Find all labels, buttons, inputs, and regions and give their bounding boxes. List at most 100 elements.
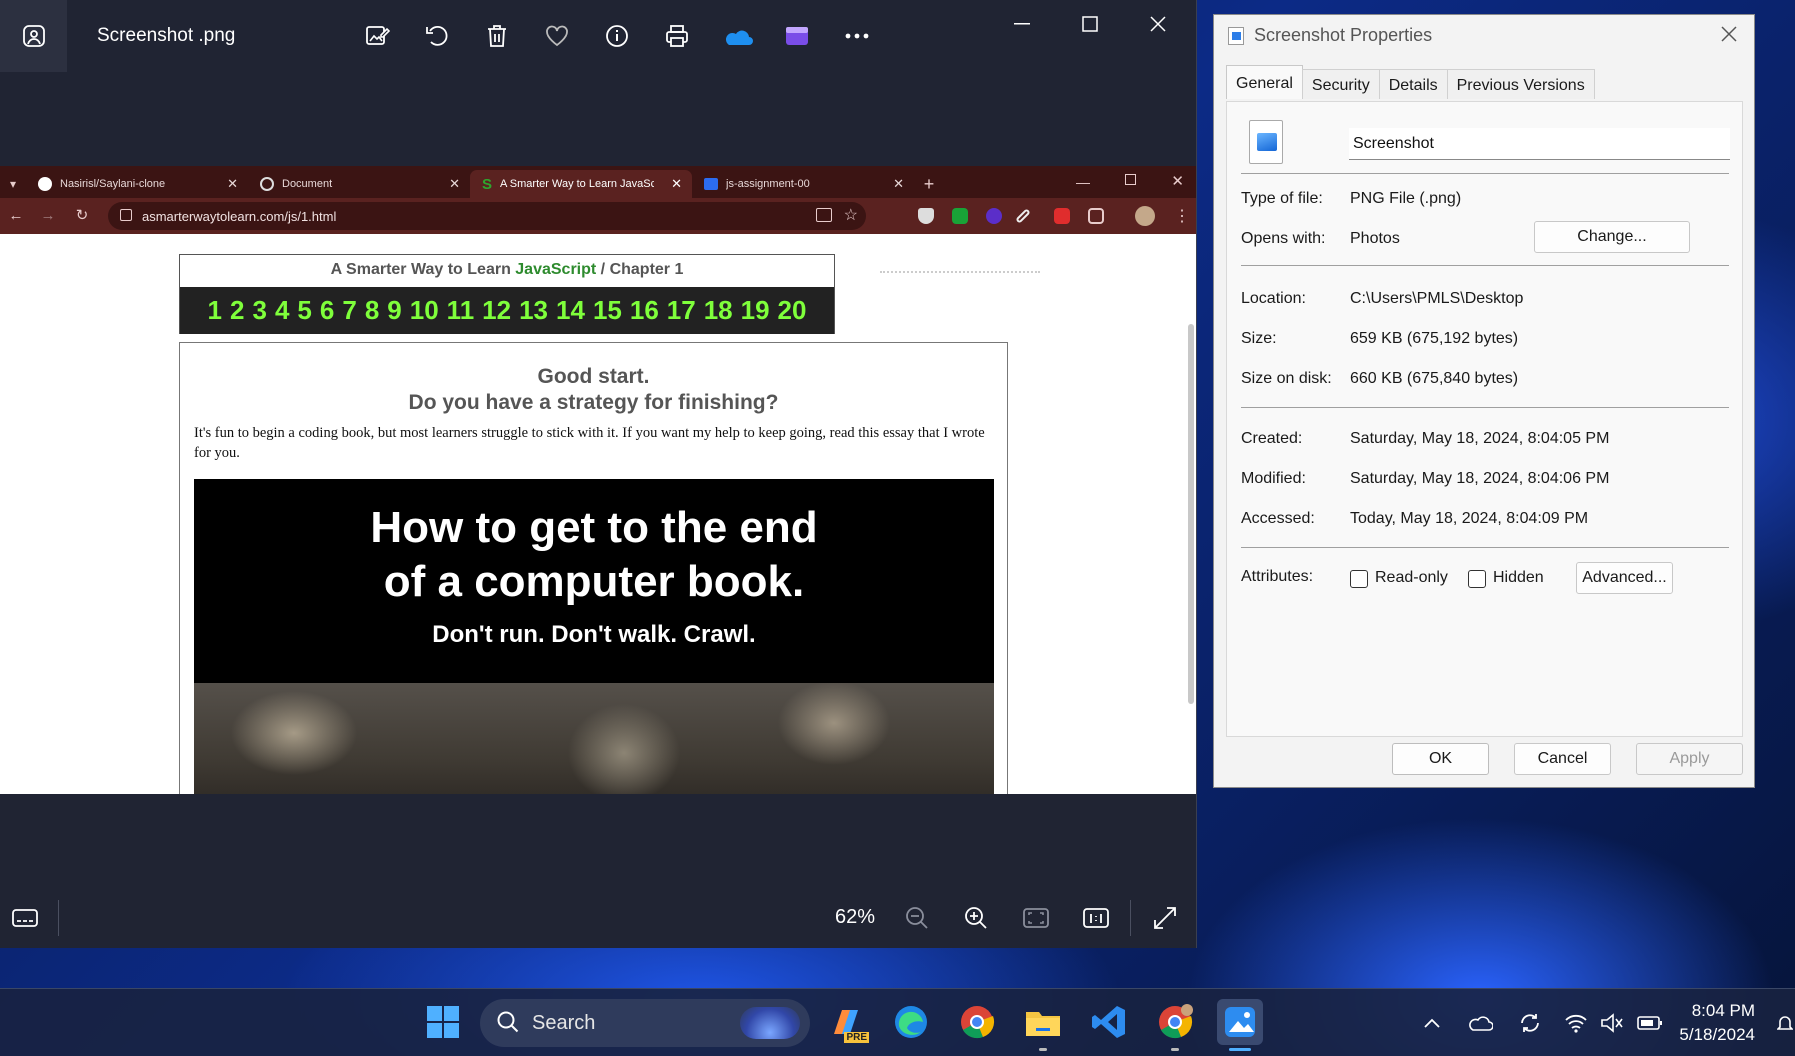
- location-value: C:\Users\PMLS\Desktop: [1350, 290, 1524, 307]
- actual-size-icon[interactable]: [1079, 902, 1113, 934]
- advanced-button[interactable]: Advanced...: [1576, 562, 1673, 594]
- image-file-icon: [1228, 27, 1244, 45]
- article-paragraph: It's fun to begin a coding book, but mos…: [194, 425, 985, 461]
- size-on-disk-value: 660 KB (675,840 bytes): [1350, 370, 1519, 387]
- clock-date: 5/18/2024: [1679, 1025, 1755, 1044]
- photos-app-icon[interactable]: [0, 0, 67, 72]
- maximize-icon[interactable]: [1056, 0, 1124, 48]
- running-indicator: [1171, 1048, 1179, 1051]
- browser-address-bar: ← → ↻ asmarterwaytolearn.com/js/1.html ☆…: [0, 198, 1196, 234]
- profile-avatar: [1135, 206, 1155, 226]
- github-icon: [38, 177, 52, 191]
- zoom-in-icon[interactable]: [959, 902, 993, 934]
- photos-file-title: Screenshot .png: [97, 25, 236, 46]
- page-scrollbar: [1188, 324, 1194, 704]
- chevron-up-icon[interactable]: [1418, 1009, 1446, 1037]
- green-extension-icon: [952, 208, 968, 224]
- dialog-tabs: General Security Details Previous Versio…: [1226, 65, 1595, 99]
- chrome-icon[interactable]: [954, 999, 1000, 1045]
- chapter-link: 17: [666, 295, 696, 325]
- modified-value: Saturday, May 18, 2024, 8:04:06 PM: [1350, 470, 1610, 487]
- chapter-link: 20: [777, 295, 807, 325]
- search-highlight-icon: [740, 1007, 800, 1039]
- tab-close-icon: ✕: [671, 176, 682, 191]
- taskbar-search-box[interactable]: Search: [480, 999, 810, 1047]
- notification-bell-icon[interactable]: [1776, 1009, 1794, 1037]
- delete-icon[interactable]: [467, 0, 527, 72]
- general-panel: Type of file: PNG File (.png) Opens with…: [1226, 101, 1743, 737]
- fullscreen-icon[interactable]: [1148, 902, 1182, 934]
- fit-to-window-icon[interactable]: [1019, 902, 1053, 934]
- start-windows-icon[interactable]: [420, 999, 466, 1045]
- cancel-button[interactable]: Cancel: [1514, 743, 1611, 775]
- chapter-link: 10: [409, 295, 439, 325]
- sync-icon[interactable]: [1516, 1009, 1544, 1037]
- separator: [1241, 547, 1729, 548]
- onedrive-icon[interactable]: [707, 0, 767, 72]
- browser-tab: Nasirisl/Saylani-clone ✕: [26, 170, 248, 198]
- type-value: PNG File (.png): [1350, 190, 1462, 207]
- clipchamp-icon[interactable]: [767, 0, 827, 72]
- rotate-icon[interactable]: [407, 0, 467, 72]
- zoom-out-icon[interactable]: [900, 902, 934, 934]
- photos-window: Screenshot .png ▾ Nasirisl/Saylani-clone…: [0, 0, 1197, 948]
- tab-general[interactable]: General: [1226, 65, 1303, 99]
- bookmark-star-icon: ☆: [843, 207, 858, 224]
- chapter-link: 1: [207, 295, 222, 325]
- volume-muted-icon[interactable]: [1598, 1009, 1626, 1037]
- new-tab-icon: +: [923, 174, 935, 194]
- ok-button[interactable]: OK: [1392, 743, 1489, 775]
- minimize-icon[interactable]: [988, 0, 1056, 48]
- chapter-link: 12: [482, 295, 512, 325]
- wifi-icon[interactable]: [1562, 1009, 1590, 1037]
- article-subheading: Do you have a strategy for finishing?: [408, 391, 779, 414]
- search-icon: [496, 1010, 520, 1040]
- onedrive-tray-icon[interactable]: [1466, 1009, 1494, 1037]
- dialog-close-icon[interactable]: [1720, 25, 1740, 45]
- chrome-profile-icon[interactable]: [1152, 999, 1198, 1051]
- edge-browser-icon[interactable]: [888, 999, 934, 1045]
- close-icon[interactable]: [1124, 0, 1192, 48]
- separator: [1241, 265, 1729, 266]
- copilot-pre-badge: PRE: [844, 1032, 869, 1043]
- dialog-title: Screenshot Properties: [1254, 25, 1433, 45]
- filename-input[interactable]: [1349, 128, 1730, 160]
- shield-extension-icon: [918, 208, 934, 224]
- chapter-link: 4: [274, 295, 290, 325]
- photos-taskbar-icon[interactable]: [1217, 999, 1263, 1051]
- hidden-checkbox[interactable]: [1468, 570, 1486, 588]
- separator: [1241, 407, 1729, 408]
- readonly-checkbox[interactable]: [1350, 570, 1368, 588]
- file-explorer-icon[interactable]: [1020, 999, 1066, 1051]
- eyedropper-icon: [1015, 208, 1031, 224]
- back-icon: ←: [8, 207, 24, 224]
- web-page: A Smarter Way to Learn JavaScript / Chap…: [0, 234, 1196, 794]
- chapter-link: 18: [703, 295, 733, 325]
- site-settings-icon: [120, 209, 132, 221]
- tab-close-icon: ✕: [893, 176, 904, 191]
- more-options-icon[interactable]: [827, 0, 887, 72]
- edit-image-icon[interactable]: [347, 0, 407, 72]
- system-clock[interactable]: 8:04 PM 5/18/2024: [1679, 999, 1755, 1047]
- browser-tab-active: S A Smarter Way to Learn JavaScr ✕: [470, 170, 692, 198]
- size-label: Size:: [1241, 330, 1277, 347]
- vscode-icon[interactable]: [1086, 999, 1132, 1045]
- zoom-level[interactable]: 62%: [835, 906, 875, 929]
- copilot-icon[interactable]: PRE: [823, 999, 869, 1045]
- browser-tab: js-assignment-00 ✕: [692, 170, 914, 198]
- tab-details[interactable]: Details: [1378, 69, 1448, 99]
- battery-icon[interactable]: [1636, 1009, 1664, 1037]
- tab-previous-versions[interactable]: Previous Versions: [1446, 69, 1595, 99]
- print-icon[interactable]: [647, 0, 707, 72]
- chapter-link: 2: [230, 295, 245, 325]
- change-button[interactable]: Change...: [1534, 221, 1690, 253]
- filmstrip-icon[interactable]: [8, 902, 42, 934]
- info-icon[interactable]: [587, 0, 647, 72]
- type-label: Type of file:: [1241, 190, 1323, 207]
- favorite-heart-icon[interactable]: [527, 0, 587, 72]
- clock-time: 8:04 PM: [1691, 1001, 1755, 1020]
- reload-icon: ↻: [75, 207, 89, 224]
- apply-button[interactable]: Apply: [1636, 743, 1743, 775]
- tab-security[interactable]: Security: [1301, 69, 1380, 99]
- file-type-icon: [1249, 120, 1283, 164]
